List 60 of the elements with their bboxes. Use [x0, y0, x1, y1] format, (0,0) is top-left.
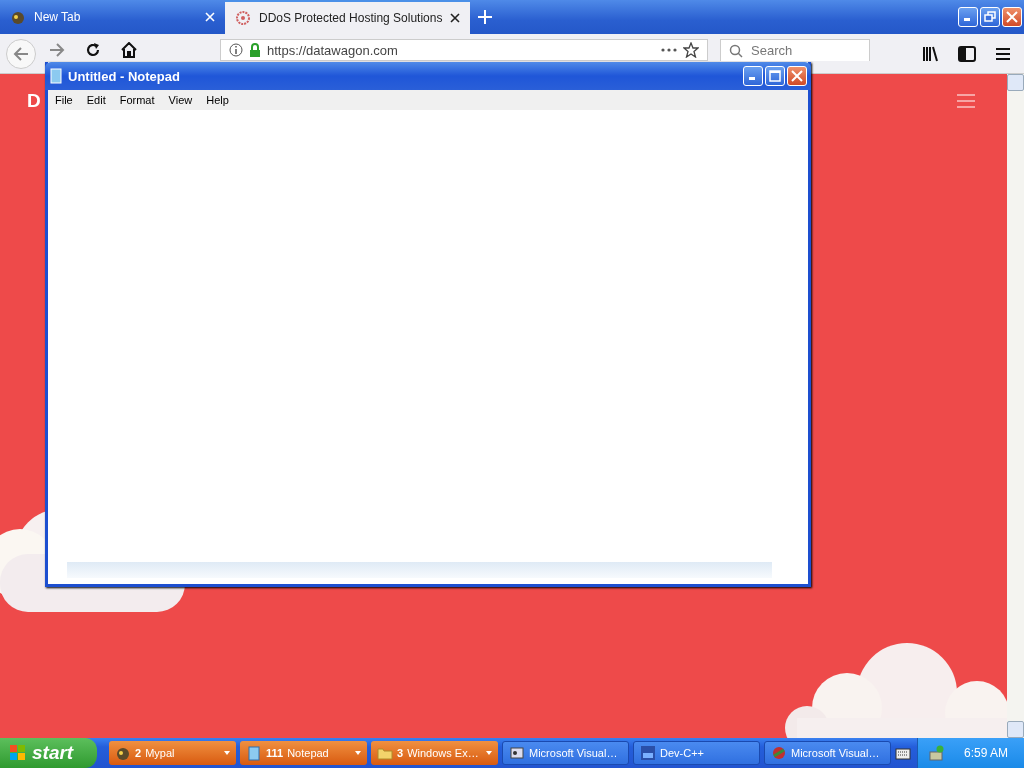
- close-button[interactable]: [787, 66, 807, 86]
- taskbar-button[interactable]: 2 Mypal: [109, 741, 236, 765]
- taskbar-button[interactable]: 3 Windows Ex…: [371, 741, 498, 765]
- notepad-icon: [246, 745, 262, 761]
- plus-icon: [478, 10, 493, 24]
- browser-tab[interactable]: New Tab: [0, 0, 225, 34]
- menu-item[interactable]: Edit: [79, 94, 113, 106]
- taskbar-button[interactable]: Dev-C++: [633, 741, 760, 765]
- menu-icon: [995, 47, 1011, 61]
- menu-item[interactable]: Help: [199, 94, 236, 106]
- minimize-button[interactable]: [743, 66, 763, 86]
- scrollbar[interactable]: [1007, 74, 1024, 738]
- more-icon[interactable]: [661, 48, 677, 52]
- caret-icon: [355, 751, 361, 755]
- app-icon: [10, 9, 26, 25]
- back-icon: [12, 45, 30, 63]
- menu-item[interactable]: View: [161, 94, 200, 106]
- taskbar-button[interactable]: Microsoft Visual…: [502, 741, 629, 765]
- address-bar[interactable]: https://datawagon.com: [220, 39, 708, 61]
- taskbar-button[interactable]: 111 Notepad: [240, 741, 367, 765]
- maximize-button[interactable]: [765, 66, 785, 86]
- home-icon: [121, 42, 137, 58]
- maximize-icon: [769, 70, 781, 82]
- close-icon[interactable]: [450, 13, 461, 23]
- keyboard-icon[interactable]: [895, 746, 911, 760]
- caret-icon: [486, 751, 492, 755]
- taskbar-button[interactable]: Microsoft Visual…: [764, 741, 891, 765]
- info-icon: [229, 43, 243, 57]
- caret-icon: [224, 751, 230, 755]
- minimize-button[interactable]: [958, 7, 978, 27]
- folder-icon: [377, 745, 393, 761]
- star-icon[interactable]: [683, 42, 699, 58]
- sidebar-icon: [958, 46, 976, 62]
- windows-icon: [8, 743, 28, 763]
- search-icon: [729, 44, 743, 58]
- app-icon: [771, 745, 787, 761]
- browser-tab[interactable]: DDoS Protected Hosting Solutions: [225, 0, 471, 34]
- forward-icon: [48, 41, 66, 59]
- back-button[interactable]: [6, 39, 36, 69]
- restore-button[interactable]: [980, 7, 1000, 27]
- restore-icon: [984, 11, 996, 23]
- search-field[interactable]: Search: [720, 39, 870, 61]
- app-icon: [115, 745, 131, 761]
- close-icon: [1006, 11, 1018, 23]
- app-icon: [640, 745, 656, 761]
- close-icon: [791, 70, 803, 82]
- reload-icon: [85, 42, 101, 58]
- menu-item[interactable]: Format: [112, 94, 162, 106]
- network-icon[interactable]: [927, 744, 946, 762]
- title-bar: Untitled - Notepad: [45, 62, 811, 90]
- lock-icon: [249, 43, 261, 57]
- flower-icon: [235, 10, 251, 26]
- site-logo[interactable]: D: [27, 90, 41, 112]
- app-icon: [509, 745, 525, 761]
- start-button[interactable]: start: [0, 738, 97, 768]
- notepad-icon: [49, 68, 63, 84]
- library-icon: [922, 46, 940, 62]
- menu-item[interactable]: File: [48, 94, 80, 106]
- close-button[interactable]: [1002, 7, 1022, 27]
- clock: 6:59 AM: [963, 746, 1008, 760]
